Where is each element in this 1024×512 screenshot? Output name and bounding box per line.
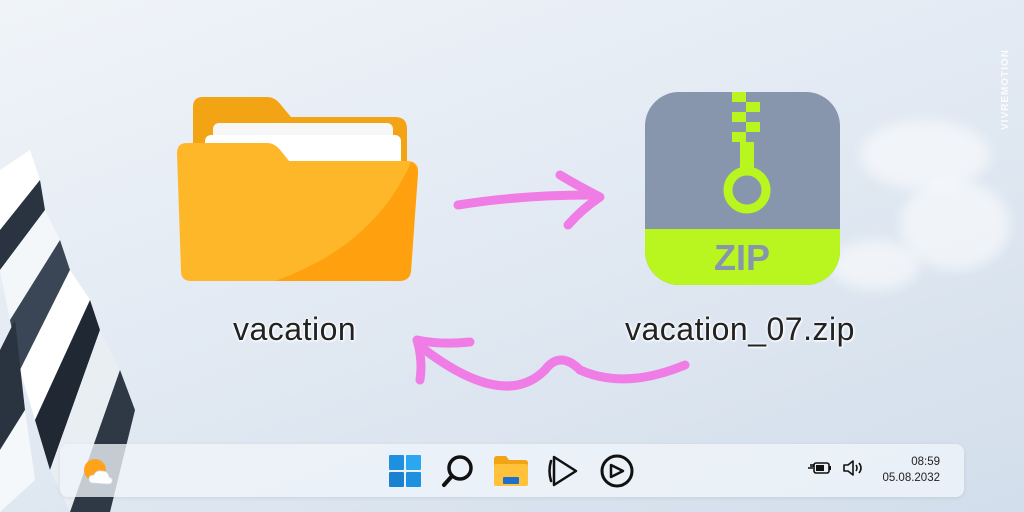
search-icon[interactable] (439, 452, 477, 490)
speaker-icon[interactable] (842, 459, 866, 482)
cloud-decoration (860, 120, 990, 190)
folder-name-label: vacation (233, 311, 357, 347)
system-tray (808, 458, 866, 482)
folder-icon[interactable] (175, 95, 420, 290)
clock[interactable]: 08:59 05.08.2032 (882, 454, 940, 486)
clock-time: 08:59 (911, 456, 940, 468)
windows-logo-icon[interactable] (386, 452, 424, 490)
zip-name-label: vacation_07.zip (625, 311, 855, 347)
zip-archive-icon[interactable]: ZIP (645, 92, 840, 285)
cloud-decoration (830, 240, 920, 290)
battery-plug-icon[interactable] (808, 459, 832, 482)
folder-icon[interactable] (492, 452, 530, 490)
zip-badge: ZIP (714, 237, 770, 278)
watermark: VIVREMOTION (1000, 48, 1011, 130)
play-icon[interactable] (545, 452, 583, 490)
taskbar: 08:59 05.08.2032 (60, 444, 964, 497)
weather-sun-cloud-icon[interactable] (78, 452, 116, 490)
clock-date: 05.08.2032 (882, 472, 940, 484)
arrow-right-icon (453, 170, 605, 230)
elgato-icon[interactable] (598, 452, 636, 490)
